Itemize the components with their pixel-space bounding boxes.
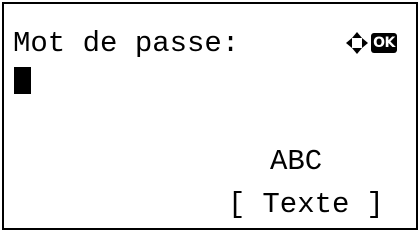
softkey-open-bracket: [ (228, 188, 246, 221)
softkey-close-bracket: ] (366, 188, 384, 221)
input-mode-label: ABC (270, 145, 323, 178)
text-cursor (14, 67, 31, 94)
four-way-arrow-icon (346, 32, 368, 54)
softkey-text-button[interactable]: [ Texte ] (228, 189, 384, 221)
page-title: Mot de passe: (13, 27, 240, 60)
softkey-label: Texte (262, 188, 350, 221)
ok-icon: OK (371, 33, 397, 53)
navigation-hint: OK (345, 29, 397, 57)
lcd-screen: Mot de passe: OK ABC [ Texte ] (2, 2, 418, 230)
